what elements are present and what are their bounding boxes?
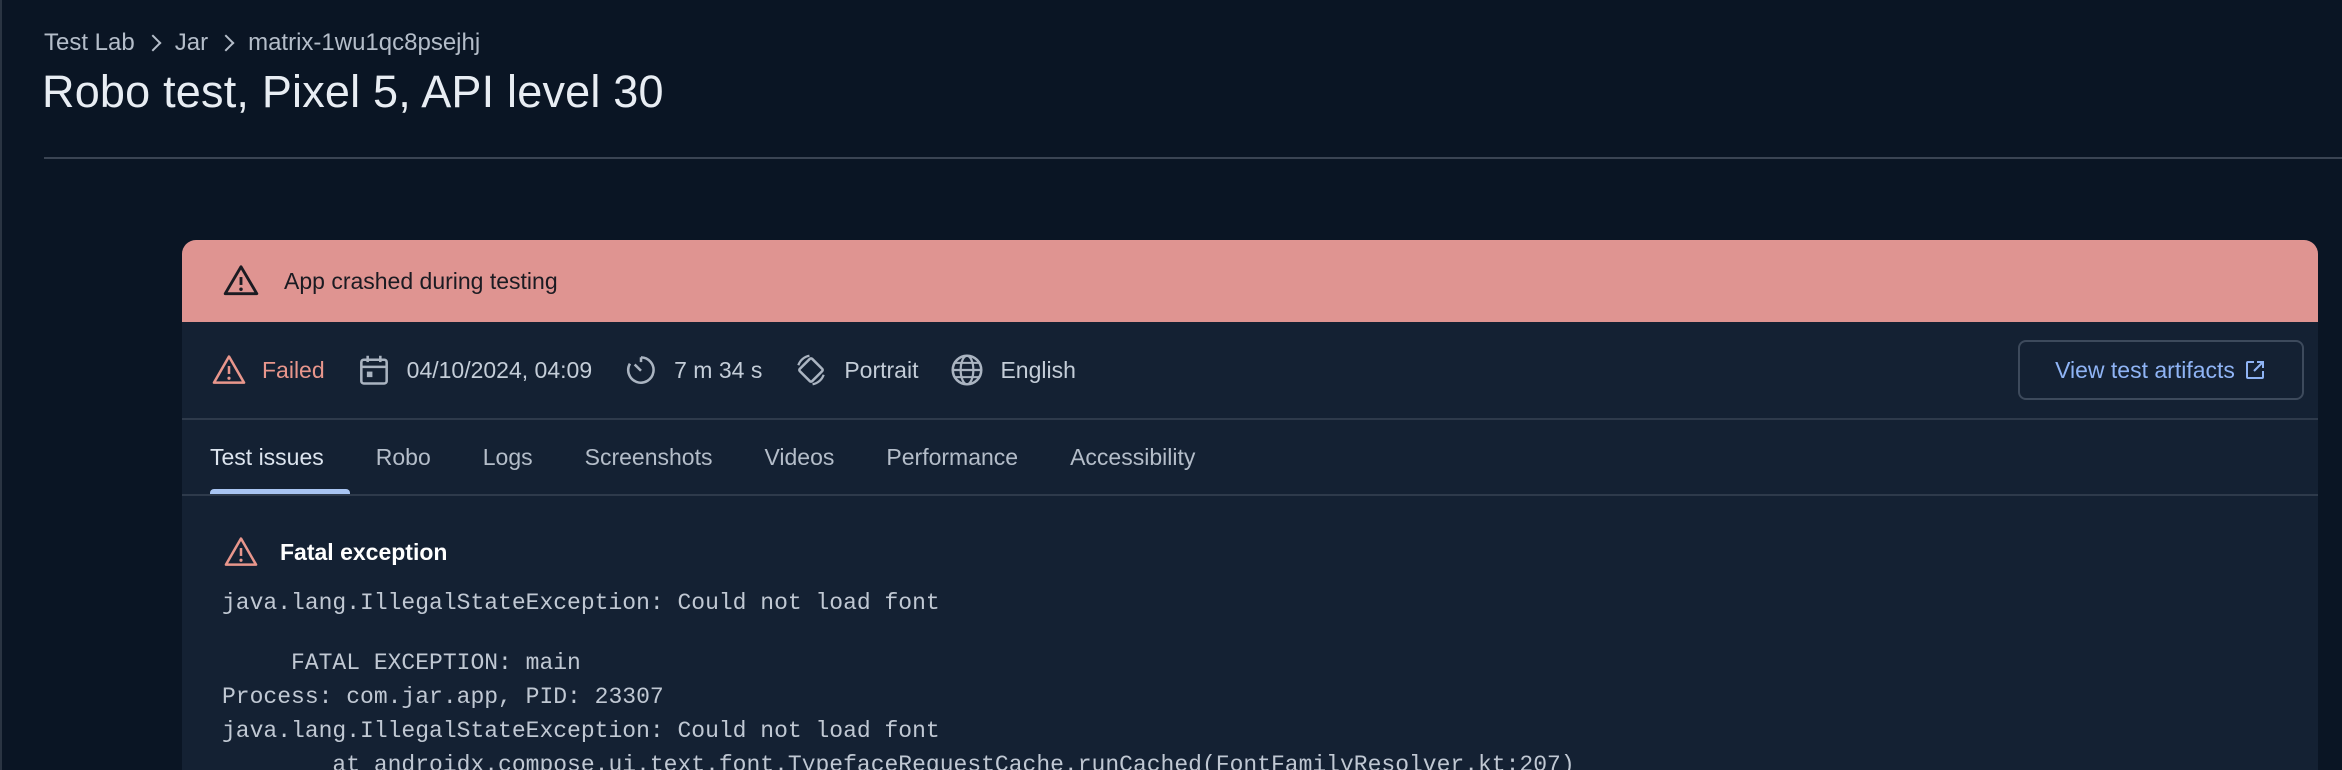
test-date: 04/10/2024, 04:09 (355, 351, 592, 389)
status-failed: Failed (210, 351, 325, 389)
crash-alert-banner: App crashed during testing (182, 240, 2318, 322)
date-label: 04/10/2024, 04:09 (406, 356, 593, 383)
timer-icon (627, 356, 655, 384)
issue-header: Fatal exception (222, 532, 2318, 572)
test-duration: 7 m 34 s (622, 351, 762, 389)
warning-icon (223, 265, 259, 296)
page-title: Robo test, Pixel 5, API level 30 (42, 66, 664, 117)
stack-trace-line: FATAL EXCEPTION: main (222, 650, 581, 676)
tab-robo[interactable]: Robo (350, 420, 457, 494)
locale-label: English (1000, 356, 1076, 383)
tab-videos[interactable]: Videos (738, 420, 860, 494)
fatal-exception-issue: Fatal exception java.lang.IllegalStateEx… (182, 496, 2318, 770)
calendar-icon (359, 355, 388, 385)
tab-accessibility[interactable]: Accessibility (1044, 420, 1221, 494)
breadcrumb: Test Lab Jar matrix-1wu1qc8psejhj (44, 28, 480, 58)
warning-icon (212, 355, 246, 384)
tab-performance[interactable]: Performance (860, 420, 1044, 494)
test-orientation: Portrait (792, 351, 918, 389)
stack-trace-line: at androidx.compose.ui.text.font.Typefac… (222, 752, 1575, 770)
screen-rotation-icon (797, 354, 826, 386)
test-summary-row: Failed 04/10/2024, 04:09 7 m 34 s Portra… (182, 322, 2318, 418)
view-test-artifacts-button[interactable]: View test artifacts (2018, 340, 2304, 400)
duration-label: 7 m 34 s (674, 356, 763, 383)
exception-summary: java.lang.IllegalStateException: Could n… (222, 590, 940, 616)
artifacts-button-label: View test artifacts (2055, 356, 2235, 383)
alert-text: App crashed during testing (284, 267, 558, 294)
issue-title: Fatal exception (280, 538, 448, 565)
stack-trace-line: Process: com.jar.app, PID: 23307 (222, 684, 664, 710)
orientation-label: Portrait (844, 356, 919, 383)
breadcrumb-test-lab[interactable]: Test Lab (44, 29, 135, 57)
globe-icon (951, 354, 983, 386)
warning-icon (224, 537, 258, 566)
breadcrumb-matrix: matrix-1wu1qc8psejhj (248, 29, 481, 56)
title-divider (44, 157, 2342, 159)
test-result-card: App crashed during testing Failed 04/10/… (182, 240, 2318, 770)
stack-trace-line: java.lang.IllegalStateException: Could n… (222, 718, 940, 744)
tab-test-issues[interactable]: Test issues (210, 420, 350, 494)
left-edge-divider (0, 0, 2, 770)
test-locale: English (948, 351, 1076, 389)
stack-trace: FATAL EXCEPTION: main Process: com.jar.a… (222, 646, 2318, 770)
tab-logs[interactable]: Logs (457, 420, 559, 494)
status-label: Failed (262, 356, 325, 383)
open-in-new-icon (2245, 361, 2264, 379)
result-tabs: Test issues Robo Logs Screenshots Videos… (182, 420, 2318, 494)
tab-screenshots[interactable]: Screenshots (559, 420, 739, 494)
breadcrumb-jar[interactable]: Jar (175, 29, 208, 57)
chevron-right-icon (217, 34, 235, 52)
chevron-right-icon (144, 34, 162, 52)
